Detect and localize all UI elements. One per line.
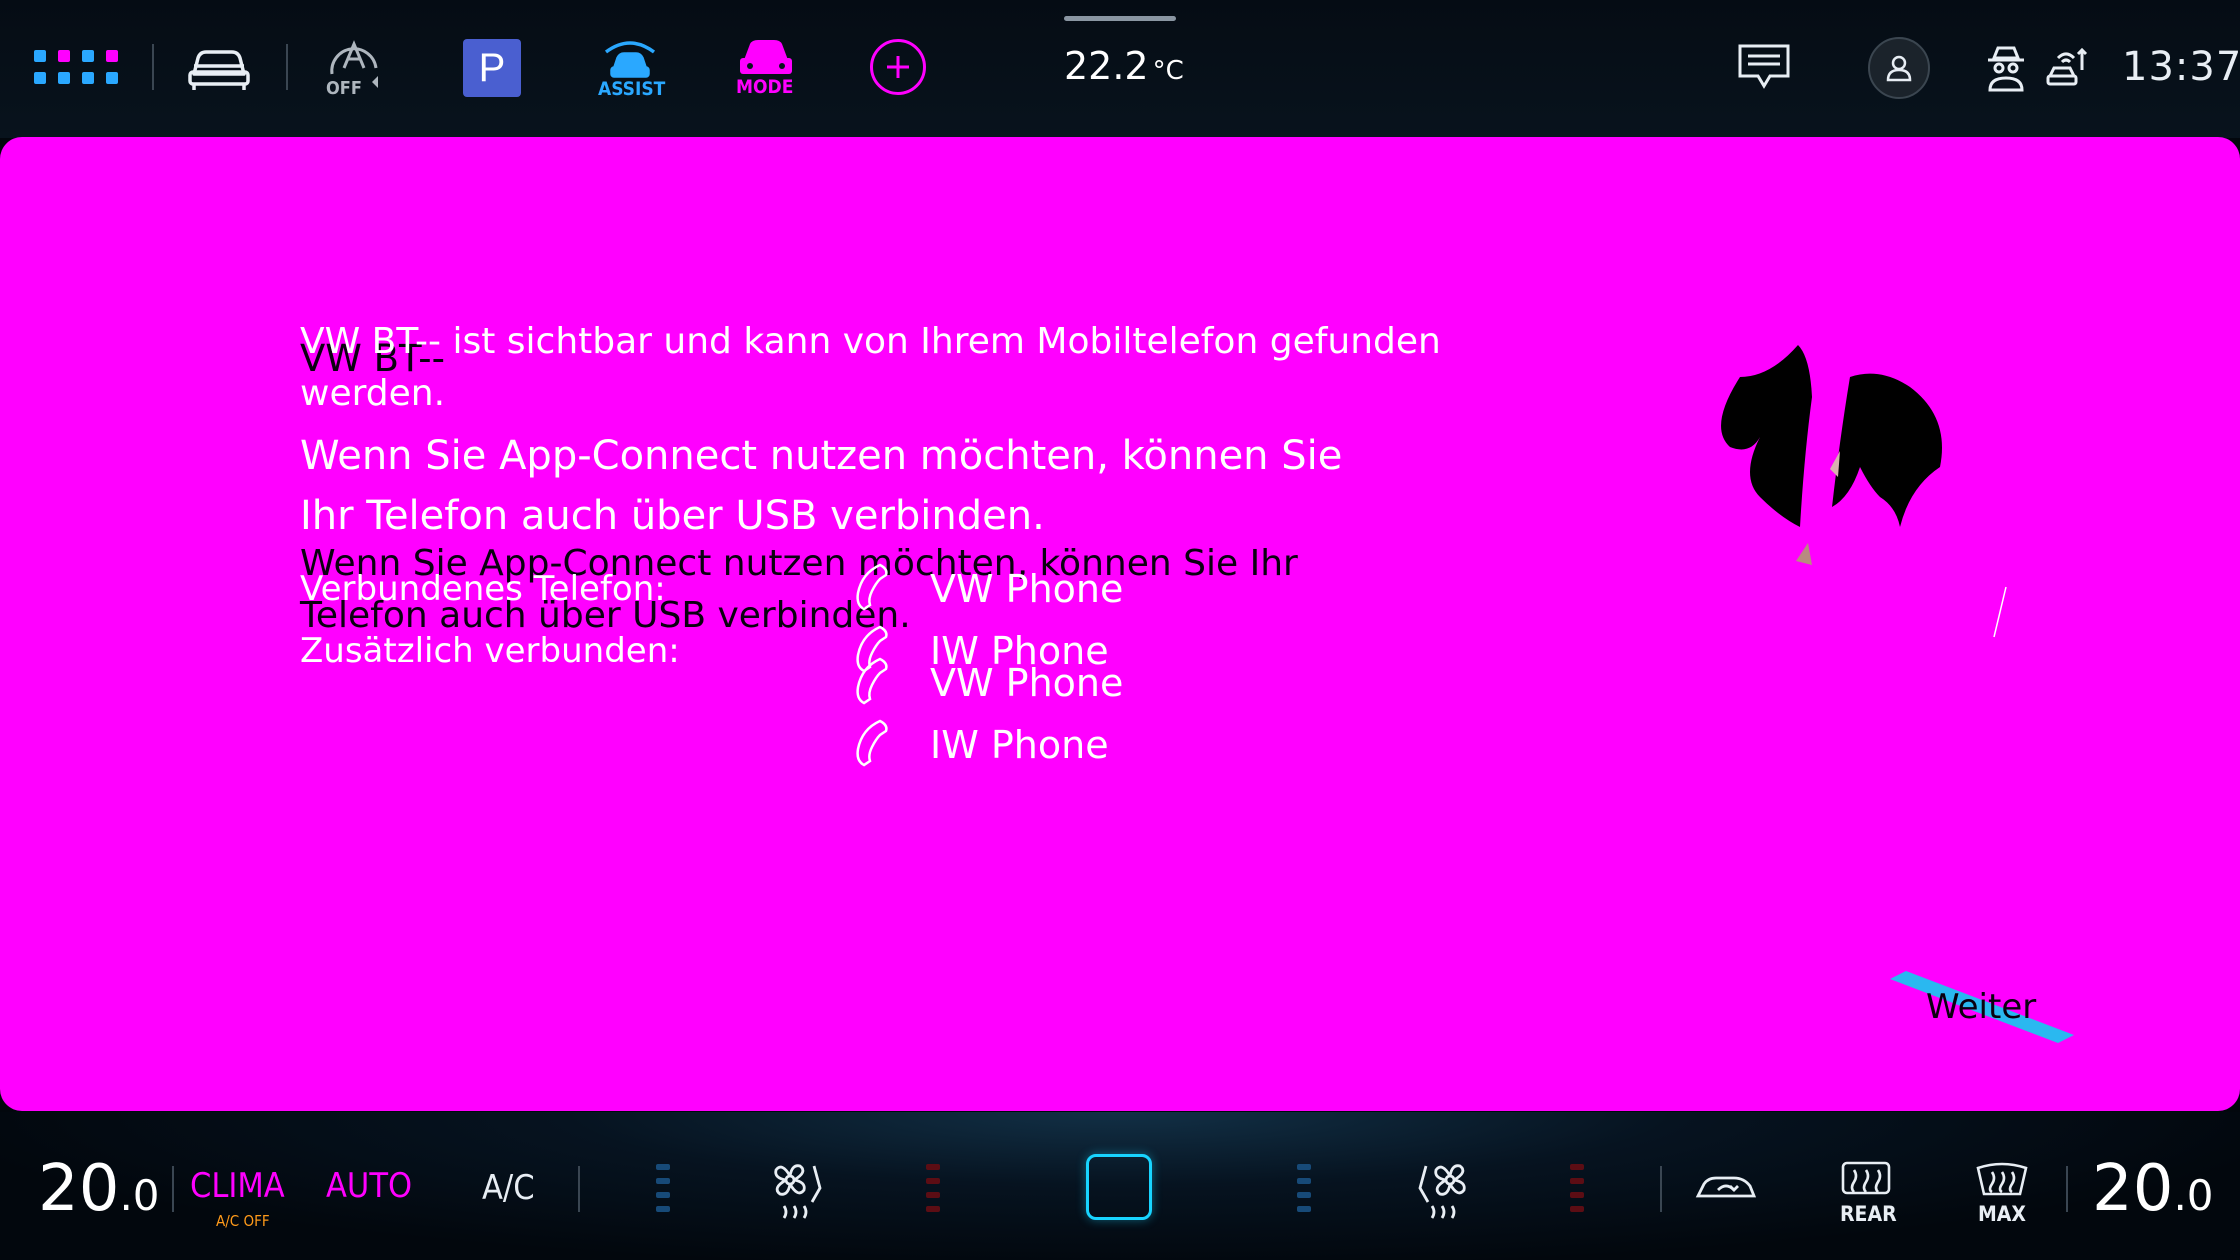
divider: [286, 44, 288, 90]
left-temp-decimal: .0: [119, 1171, 160, 1220]
right-temp-decimal: .0: [2173, 1171, 2214, 1220]
vehicle-icon[interactable]: [186, 44, 252, 92]
outside-temp-unit: °C: [1152, 56, 1184, 86]
phone-icon: [856, 657, 888, 705]
drive-mode-button[interactable]: MODE: [726, 36, 806, 100]
visibility-text-line2: werden.: [300, 373, 446, 414]
car-recirculation-icon: [1695, 1176, 1757, 1198]
ac-off-label: A/C OFF: [216, 1212, 270, 1230]
right-fan-level-indicator: [1297, 1164, 1311, 1220]
right-temp-integer: 20: [2092, 1152, 2174, 1226]
pull-down-handle[interactable]: [1064, 16, 1176, 21]
right-seat-heat-level-indicator: [1570, 1164, 1584, 1220]
left-fan-level-indicator: [656, 1164, 670, 1220]
additional-connected-label: Zusätzlich verbunden:: [300, 631, 680, 671]
usb-hint-line2: Ihr Telefon auch über USB verbinden.: [300, 493, 1045, 539]
phone-icon: [856, 563, 888, 611]
clima-label: CLIMA: [190, 1166, 285, 1206]
phone-list-item[interactable]: VW Phone: [850, 561, 1150, 617]
connected-phone-label: Verbundenes Telefon:: [300, 569, 666, 609]
right-temperature[interactable]: 20.0: [2092, 1152, 2214, 1226]
phone-name: VW Phone: [930, 661, 1124, 705]
app-grid-icon[interactable]: [32, 46, 124, 88]
seat-fan-icon: [1418, 1164, 1466, 1219]
left-seat-heat-level-indicator: [926, 1164, 940, 1220]
clima-button[interactable]: CLIMA A/C OFF: [188, 1166, 298, 1236]
bluetooth-illustration: [1700, 337, 2020, 757]
seat-fan-icon: [774, 1164, 822, 1219]
rear-label: REAR: [1840, 1202, 1897, 1226]
home-button[interactable]: [1086, 1154, 1152, 1220]
left-seat-ventilation-button[interactable]: [768, 1158, 830, 1224]
park-assist-button[interactable]: P: [463, 39, 521, 97]
max-label: MAX: [1978, 1202, 2026, 1226]
auto-label: AUTO: [326, 1166, 413, 1206]
ac-button[interactable]: A/C: [482, 1168, 535, 1208]
next-button-label: Weiter: [1926, 987, 2037, 1027]
outside-temp-value: 22.2: [1064, 44, 1149, 88]
divider: [2066, 1166, 2068, 1212]
auto-hold-off-label: OFF: [326, 78, 362, 99]
climate-bar: 20.0 CLIMA A/C OFF AUTO A/C REAR MAX 20.…: [0, 1112, 2240, 1260]
assist-label: ASSIST: [598, 78, 666, 100]
messages-icon[interactable]: [1736, 42, 1792, 94]
visibility-text-line1: VW BT-- ist sichtbar und kann von Ihrem …: [300, 321, 1441, 362]
max-defrost-button[interactable]: MAX: [1972, 1160, 2032, 1232]
left-temp-integer: 20: [38, 1152, 120, 1226]
next-button[interactable]: Weiter: [1890, 965, 2090, 1045]
connectivity-status-icon: [2044, 44, 2088, 92]
phone-icon: [856, 719, 888, 767]
rear-defrost-icon: [1841, 1161, 1891, 1195]
plus-icon: [887, 56, 909, 78]
clock: 13:37: [2122, 44, 2240, 90]
phone-name: IW Phone: [930, 723, 1109, 767]
divider: [172, 1166, 174, 1212]
phone-list-item[interactable]: IW Phone: [850, 717, 1150, 773]
air-recirculation-button[interactable]: [1694, 1170, 1758, 1206]
phone-list-item[interactable]: VW Phone: [850, 655, 1150, 711]
auto-climate-button[interactable]: AUTO: [326, 1166, 436, 1210]
front-defrost-icon: [1976, 1162, 2028, 1196]
privacy-mode-icon[interactable]: [1984, 44, 2028, 92]
top-status-bar: OFF P ASSIST MODE 22.2 °C 13:37: [0, 0, 2240, 138]
auto-hold-off-button[interactable]: OFF: [322, 38, 388, 99]
usb-hint-line1: Wenn Sie App-Connect nutzen möchten, kön…: [300, 433, 1343, 479]
outside-temperature: 22.2 °C: [1064, 44, 1184, 94]
assist-button[interactable]: ASSIST: [590, 38, 670, 100]
divider: [152, 44, 154, 90]
divider: [578, 1166, 580, 1212]
ac-label: A/C: [482, 1168, 535, 1208]
divider: [1660, 1166, 1662, 1212]
phone-name: VW Phone: [930, 567, 1124, 611]
park-label: P: [478, 45, 506, 90]
bluetooth-pairing-panel: VW BT-- VW BT-- ist sichtbar und kann vo…: [0, 137, 2240, 1111]
rear-defrost-button[interactable]: REAR: [1836, 1160, 1897, 1232]
left-temperature[interactable]: 20.0: [38, 1152, 160, 1226]
user-profile-button[interactable]: [1868, 37, 1930, 99]
user-icon: [1886, 55, 1912, 82]
add-shortcut-button[interactable]: [870, 39, 926, 95]
right-seat-ventilation-button[interactable]: [1410, 1158, 1472, 1224]
mode-label: MODE: [736, 76, 794, 98]
